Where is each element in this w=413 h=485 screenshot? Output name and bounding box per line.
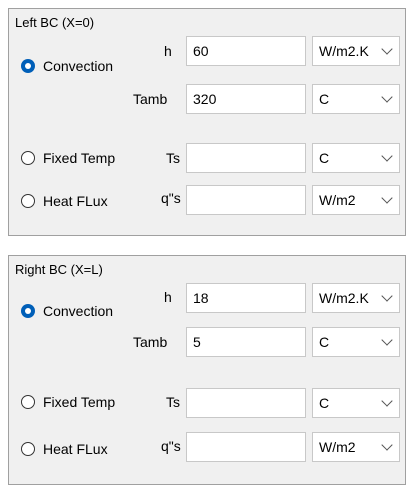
right-ts-input[interactable] xyxy=(186,388,306,418)
left-ts-label: Ts xyxy=(166,150,180,166)
right-q-unit-value: W/m2 xyxy=(319,439,356,455)
right-h-unit-select[interactable]: W/m2.K xyxy=(312,283,400,313)
left-heat-flux-label: Heat FLux xyxy=(43,193,108,209)
right-q-label: q"s xyxy=(161,438,181,454)
left-bc-group: Left BC (X=0) Convection h 60 W/m2.K Tam… xyxy=(8,8,406,236)
left-tamb-unit-select[interactable]: C xyxy=(312,84,400,114)
chevron-down-icon xyxy=(381,150,393,162)
radio-unchecked-icon xyxy=(21,194,35,208)
left-fixed-temp-radio[interactable]: Fixed Temp xyxy=(21,150,115,166)
left-ts-unit-value: C xyxy=(319,150,330,166)
left-q-unit-select[interactable]: W/m2 xyxy=(312,185,400,215)
right-fixed-temp-label: Fixed Temp xyxy=(43,394,116,410)
left-q-unit-value: W/m2 xyxy=(319,192,356,208)
right-heat-flux-label: Heat FLux xyxy=(43,441,108,457)
right-convection-radio[interactable]: Convection xyxy=(21,303,113,319)
left-tamb-unit-value: C xyxy=(319,91,330,107)
right-convection-label: Convection xyxy=(43,303,114,319)
right-h-input[interactable]: 18 xyxy=(186,283,306,313)
radio-unchecked-icon xyxy=(21,151,35,165)
left-h-unit-value: W/m2.K xyxy=(319,43,369,59)
left-tamb-label: Tamb xyxy=(133,91,168,107)
radio-unchecked-icon xyxy=(21,442,35,456)
left-convection-label: Convection xyxy=(43,58,114,74)
right-tamb-unit-select[interactable]: C xyxy=(312,327,400,357)
right-q-unit-select[interactable]: W/m2 xyxy=(312,432,400,462)
right-heat-flux-radio[interactable]: Heat FLux xyxy=(21,441,108,457)
right-h-label: h xyxy=(164,289,172,305)
left-h-unit-select[interactable]: W/m2.K xyxy=(312,36,400,66)
right-bc-group: Right BC (X=L) Convection h 18 W/m2.K Ta… xyxy=(8,255,406,485)
chevron-down-icon xyxy=(381,334,393,346)
right-ts-unit-select[interactable]: C xyxy=(312,388,400,418)
left-convection-radio[interactable]: Convection xyxy=(21,58,113,74)
radio-checked-icon xyxy=(21,59,35,73)
right-ts-unit-value: C xyxy=(319,395,330,411)
left-fixed-temp-label: Fixed Temp xyxy=(43,150,116,166)
radio-unchecked-icon xyxy=(21,395,35,409)
radio-checked-icon xyxy=(21,304,35,318)
left-h-label: h xyxy=(164,43,172,59)
left-h-input[interactable]: 60 xyxy=(186,36,306,66)
right-fixed-temp-radio[interactable]: Fixed Temp xyxy=(21,394,115,410)
chevron-down-icon xyxy=(381,43,393,55)
left-ts-input[interactable] xyxy=(186,143,306,173)
left-q-label: q"s xyxy=(161,190,181,206)
right-tamb-input[interactable]: 5 xyxy=(186,327,306,357)
chevron-down-icon xyxy=(381,439,393,451)
chevron-down-icon xyxy=(381,290,393,302)
left-ts-unit-select[interactable]: C xyxy=(312,143,400,173)
chevron-down-icon xyxy=(381,395,393,407)
left-q-input[interactable] xyxy=(186,185,306,215)
right-q-input[interactable] xyxy=(186,432,306,462)
right-bc-title: Right BC (X=L) xyxy=(15,262,103,277)
left-heat-flux-radio[interactable]: Heat FLux xyxy=(21,193,108,209)
right-tamb-label: Tamb xyxy=(133,334,168,350)
left-tamb-input[interactable]: 320 xyxy=(186,84,306,114)
right-h-unit-value: W/m2.K xyxy=(319,290,369,306)
chevron-down-icon xyxy=(381,91,393,103)
right-tamb-unit-value: C xyxy=(319,334,330,350)
chevron-down-icon xyxy=(381,192,393,204)
right-ts-label: Ts xyxy=(166,394,180,410)
left-bc-title: Left BC (X=0) xyxy=(15,15,95,30)
